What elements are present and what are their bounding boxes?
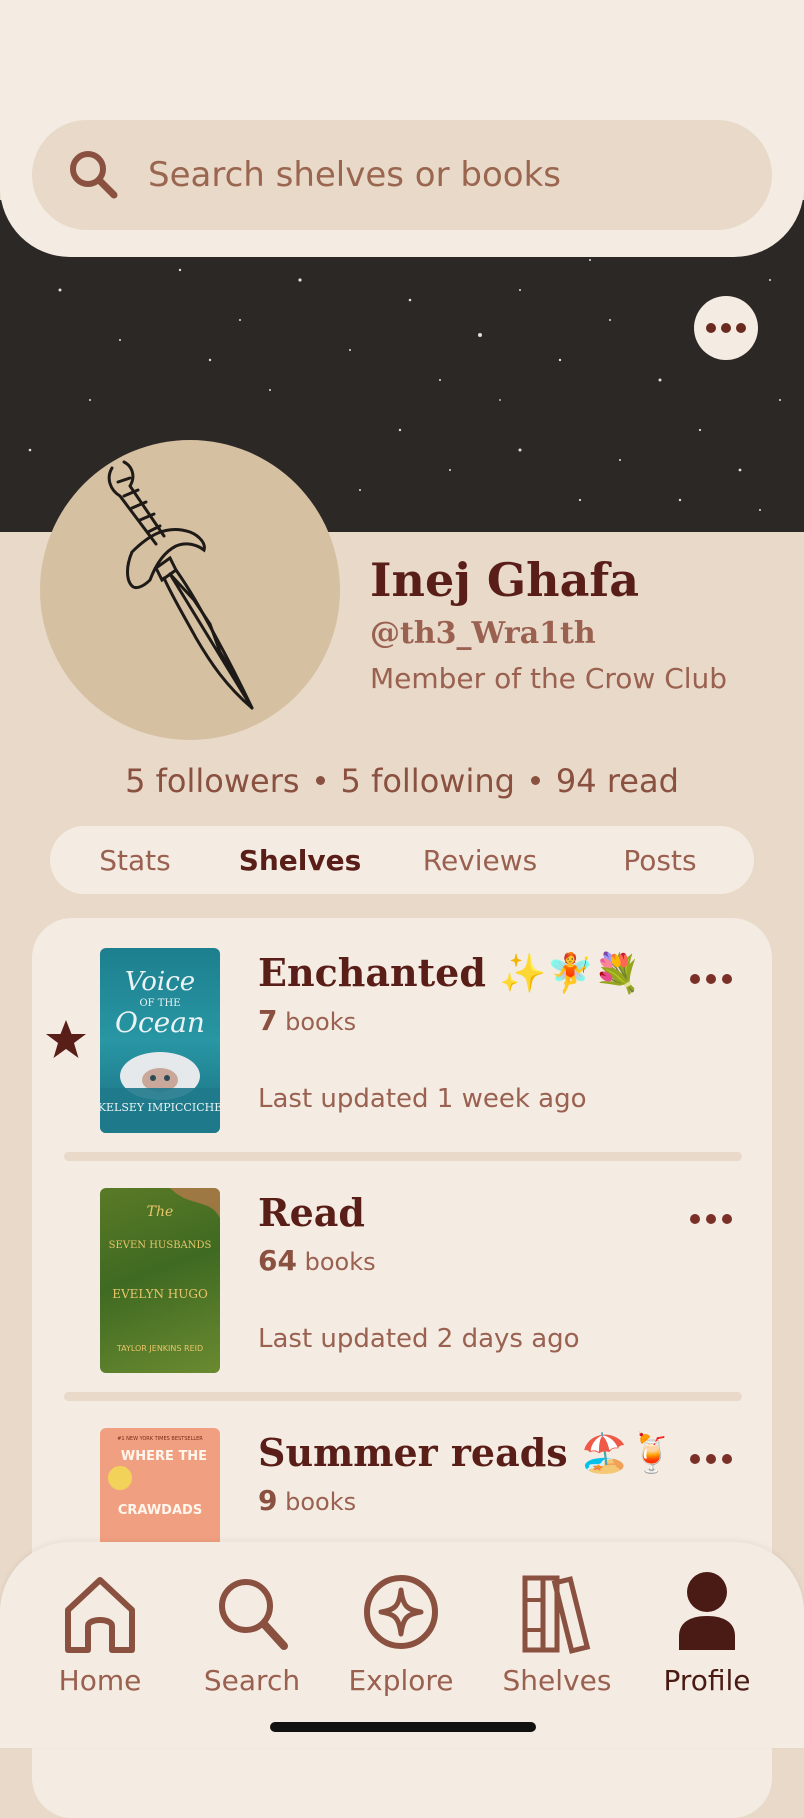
following-stat[interactable]: 5 following (341, 762, 515, 800)
search-icon (219, 1579, 288, 1650)
nav-explore[interactable]: Explore (331, 1570, 471, 1697)
svg-text:TAYLOR JENKINS REID: TAYLOR JENKINS REID (116, 1344, 203, 1353)
profile-handle: @th3_Wra1th (370, 616, 596, 651)
shelf-more-button[interactable] (690, 974, 732, 984)
search-icon (70, 151, 118, 199)
shelf-more-button[interactable] (690, 1214, 732, 1224)
books-icon (522, 1575, 591, 1654)
profile-stats: 5 followers 5 following 94 read (0, 762, 804, 800)
followers-stat[interactable]: 5 followers (125, 762, 299, 800)
nav-profile[interactable]: Profile (637, 1570, 777, 1697)
shelf-more-button[interactable] (690, 1454, 732, 1464)
profile-bio: Member of the Crow Club (370, 662, 728, 695)
home-indicator (270, 1722, 536, 1732)
nav-search[interactable]: Search (182, 1570, 322, 1697)
nav-home[interactable]: Home (30, 1570, 170, 1697)
search-header (0, 0, 804, 257)
shelf-book-count: 9 books (258, 1484, 357, 1517)
tab-reviews[interactable]: Reviews (380, 844, 580, 877)
compass-icon (364, 1575, 438, 1649)
profile-more-button[interactable] (694, 296, 758, 360)
nav-shelves[interactable]: Shelves (487, 1570, 627, 1697)
bottom-nav: Home Search Explore Shelves Profile (0, 1542, 804, 1748)
avatar[interactable] (40, 440, 340, 740)
shelf-book-count: 7 books (258, 1004, 357, 1037)
svg-text:Ocean: Ocean (115, 1006, 205, 1039)
svg-text:CRAWDADS: CRAWDADS (118, 1503, 202, 1518)
home-icon (65, 1577, 135, 1653)
svg-text:KELSEY IMPICCICHE: KELSEY IMPICCICHE (100, 1101, 220, 1114)
profile-info: Inej Ghafa @th3_Wra1th Member of the Cro… (370, 548, 727, 702)
shelf-title[interactable]: Read (258, 1190, 365, 1235)
tab-posts[interactable]: Posts (580, 844, 740, 877)
tab-shelves[interactable]: Shelves (220, 844, 380, 877)
shelf-updated: Last updated 2 days ago (258, 1324, 580, 1354)
svg-text:EVELYN HUGO: EVELYN HUGO (112, 1287, 208, 1301)
more-icon (690, 974, 700, 984)
book-cover: Voice OF THE Ocean KELSEY IMPICCICHE (100, 948, 220, 1133)
svg-text:WHERE THE: WHERE THE (121, 1449, 207, 1464)
shelf-updated: Last updated 1 week ago (258, 1084, 587, 1114)
more-icon (690, 1214, 700, 1224)
profile-tabs: Stats Shelves Reviews Posts (50, 826, 754, 894)
search-input[interactable] (146, 154, 710, 196)
profile-name: Inej Ghafa (370, 553, 640, 607)
book-cover: The SEVEN HUSBANDS EVELYN HUGO TAYLOR JE… (100, 1188, 220, 1373)
read-stat[interactable]: 94 read (556, 762, 679, 800)
svg-text:Voice: Voice (125, 967, 195, 997)
person-icon (679, 1572, 735, 1650)
shelf-title[interactable]: Summer reads 🏖️🍹 (258, 1430, 676, 1476)
svg-text:SEVEN HUSBANDS: SEVEN HUSBANDS (109, 1240, 212, 1251)
tab-stats[interactable]: Stats (50, 844, 220, 877)
shelf-title[interactable]: Enchanted ✨🧚💐 (258, 950, 641, 996)
dagger-icon (107, 460, 254, 710)
shelf-item[interactable]: The SEVEN HUSBANDS EVELYN HUGO TAYLOR JE… (32, 1158, 772, 1378)
shelf-book-count: 64 books (258, 1244, 376, 1277)
svg-text:#1 NEW YORK TIMES BESTSELLER: #1 NEW YORK TIMES BESTSELLER (117, 1436, 203, 1442)
svg-text:The: The (147, 1204, 174, 1220)
star-icon (46, 1020, 86, 1058)
more-icon (690, 1454, 700, 1464)
more-icon (706, 323, 716, 333)
shelf-item[interactable]: Voice OF THE Ocean KELSEY IMPICCICHE Enc… (32, 918, 772, 1138)
search-bar[interactable] (32, 120, 772, 230)
